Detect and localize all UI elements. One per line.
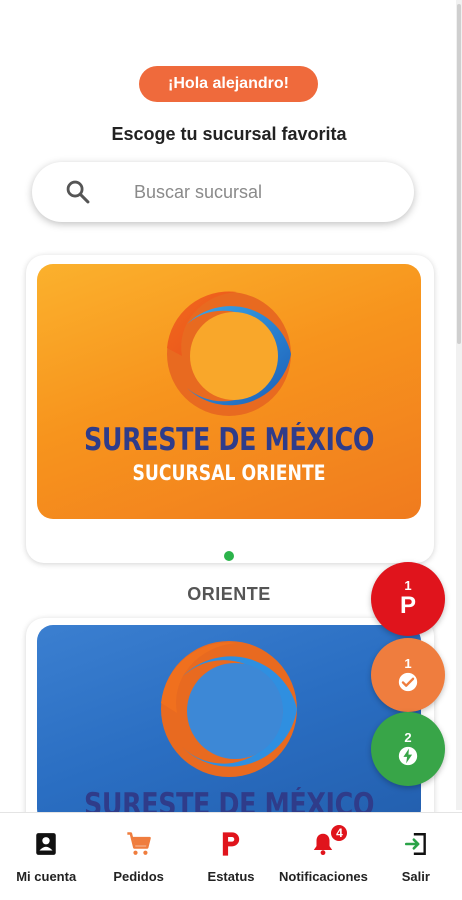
fab-count: 1 [404, 578, 412, 593]
nav-item-salir[interactable]: Salir [370, 813, 462, 900]
search-input[interactable] [134, 176, 394, 208]
status-dot [224, 551, 234, 561]
notification-badge: 4 [330, 824, 349, 842]
cart-icon [124, 829, 154, 859]
company-logo [167, 291, 291, 416]
nav-label: Mi cuenta [16, 869, 77, 884]
nav-item-mi-cuenta[interactable]: Mi cuenta [0, 813, 92, 900]
scrollbar-thumb[interactable] [457, 4, 461, 344]
p-letter-icon: P [399, 592, 416, 619]
nav-item-pedidos[interactable]: Pedidos [92, 813, 184, 900]
nav-label: Salir [401, 869, 430, 884]
brand-subtitle: SUCURSAL ORIENTE [132, 461, 326, 485]
company-logo [161, 641, 297, 777]
p-status-icon [216, 829, 246, 859]
fab-count: 2 [404, 730, 412, 745]
nav-label: Notificaciones [278, 869, 368, 884]
branch-banner-image[interactable]: SURESTE DE MÉXICO [37, 625, 421, 825]
nav-item-notificaciones[interactable]: 4 Notificaciones [277, 813, 369, 900]
nav-label: Pedidos [113, 869, 164, 884]
brand-title: SURESTE DE MÉXICO [83, 422, 375, 458]
branch-banner-image[interactable]: SURESTE DE MÉXICO SUCURSAL ORIENTE [37, 264, 421, 519]
nav-item-estatus[interactable]: Estatus [185, 813, 277, 900]
nav-label: Estatus [207, 869, 255, 884]
ready-fab[interactable]: 2 [371, 712, 445, 786]
logout-icon [401, 829, 431, 859]
greeting-badge: ¡Hola alejandro! [139, 66, 318, 102]
page-subtitle: Escoge tu sucursal favorita [111, 124, 347, 144]
fab-count: 1 [404, 656, 412, 671]
scrollbar[interactable] [456, 0, 462, 810]
account-icon [31, 829, 61, 859]
check-clock-icon [398, 672, 418, 692]
search-icon[interactable] [64, 178, 92, 206]
pending-orders-fab[interactable]: 1 P [371, 562, 445, 636]
lightning-icon [398, 746, 418, 766]
bell-icon: 4 [308, 824, 349, 859]
bottom-navigation: Mi cuenta Pedidos Estatus 4 Notificacion… [0, 812, 462, 900]
in-progress-fab[interactable]: 1 [371, 638, 445, 712]
